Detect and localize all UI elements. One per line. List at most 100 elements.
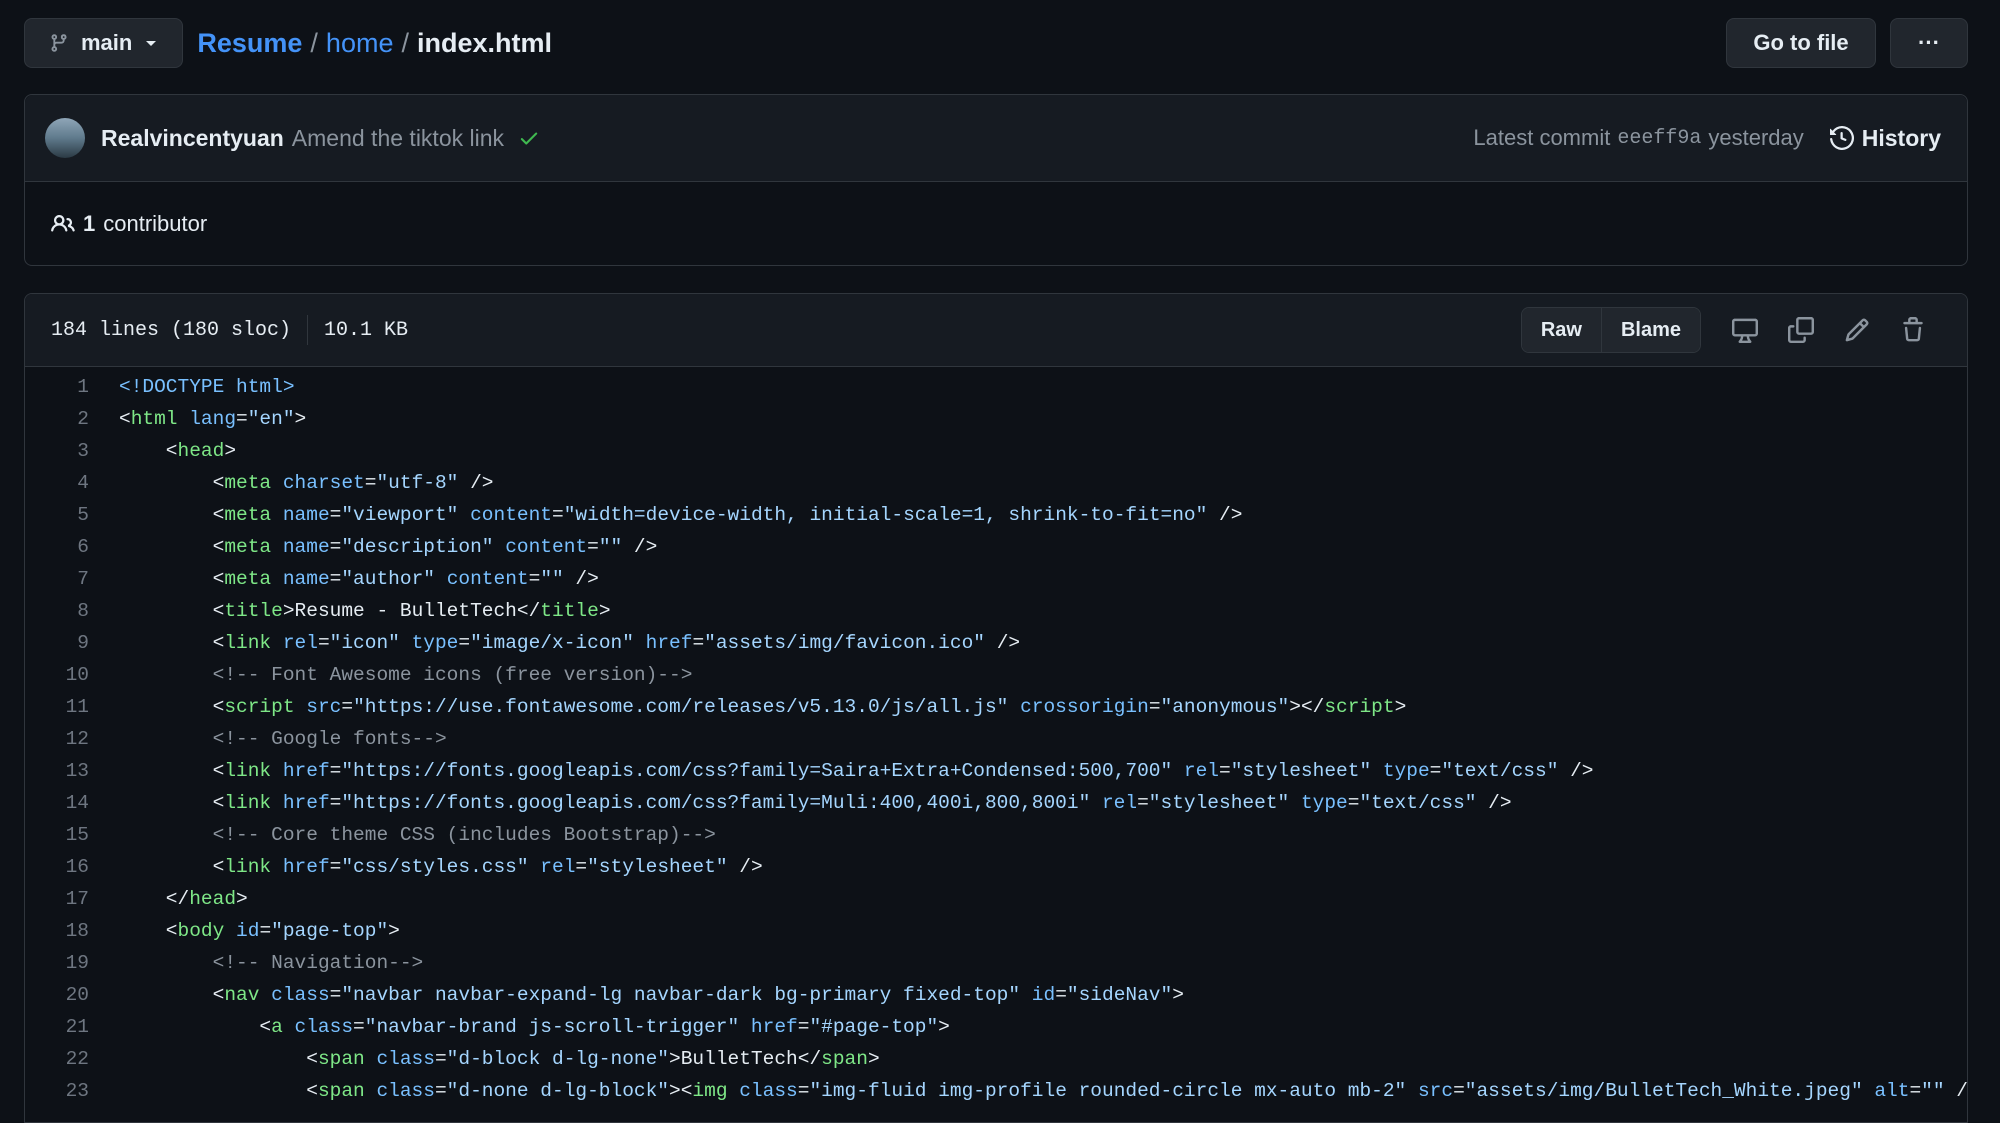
line-content: <link rel="icon" type="image/x-icon" hre…: [119, 632, 1021, 654]
git-branch-icon: [49, 31, 69, 55]
divider: [307, 315, 309, 345]
line-number[interactable]: 19: [25, 947, 119, 979]
line-content: <!-- Font Awesome icons (free version)--…: [212, 664, 693, 686]
code-line: 18 <body id="page-top">: [25, 915, 1967, 947]
line-content: <body id="page-top">: [119, 920, 400, 942]
code-line: 4 <meta charset="utf-8" />: [25, 467, 1967, 499]
avatar[interactable]: [45, 118, 85, 158]
line-number[interactable]: 23: [25, 1075, 119, 1107]
contributor-label[interactable]: contributor: [103, 211, 207, 237]
line-number[interactable]: 21: [25, 1011, 119, 1043]
branch-selector-button[interactable]: main: [24, 18, 184, 68]
code-line: 15 <!-- Core theme CSS (includes Bootstr…: [25, 819, 1967, 851]
code-line: 21 <a class="navbar-brand js-scroll-trig…: [25, 1011, 1967, 1043]
go-to-file-button[interactable]: Go to file: [1726, 18, 1876, 68]
line-content: <span class="d-none d-lg-block"><img cla…: [119, 1080, 1968, 1102]
line-content: <head>: [119, 440, 237, 462]
history-icon: [1829, 126, 1854, 150]
line-content: <!DOCTYPE html>: [119, 376, 295, 398]
code-line: 13 <link href="https://fonts.googleapis.…: [25, 755, 1967, 787]
line-number[interactable]: 6: [25, 531, 119, 563]
code-line: 19 <!-- Navigation-->: [25, 947, 1967, 979]
file-header: 184 lines (180 sloc) 10.1 KB Raw Blame: [25, 294, 1967, 367]
code-line: 5 <meta name="viewport" content="width=d…: [25, 499, 1967, 531]
line-content: <link href="https://fonts.googleapis.com…: [119, 760, 1594, 782]
history-label: History: [1861, 124, 1941, 151]
contributor-count[interactable]: 1: [83, 211, 95, 237]
check-icon[interactable]: [518, 127, 540, 149]
code-line: 23 <span class="d-none d-lg-block"><img …: [25, 1075, 1967, 1107]
code-line: 2 <html lang="en">: [25, 403, 1967, 435]
code-line: 16 <link href="css/styles.css" rel="styl…: [25, 851, 1967, 883]
line-content: <meta name="viewport" content="width=dev…: [119, 504, 1243, 526]
line-number[interactable]: 3: [25, 435, 119, 467]
code-line: 20 <nav class="navbar navbar-expand-lg n…: [25, 979, 1967, 1011]
view-mode-group: Raw Blame: [1520, 307, 1701, 353]
code-line: 17 </head>: [25, 883, 1967, 915]
history-button[interactable]: History: [1829, 124, 1941, 152]
latest-commit-box: Realvincentyuan Amend the tiktok link La…: [24, 94, 1968, 266]
code-line: 12 <!-- Google fonts-->: [25, 723, 1967, 755]
code-line: 22 <span class="d-block d-lg-none">Bulle…: [25, 1043, 1967, 1075]
line-content: <meta name="author" content="" />: [119, 568, 599, 590]
code-line: 7 <meta name="author" content="" />: [25, 563, 1967, 595]
line-number[interactable]: 10: [25, 659, 119, 691]
line-number[interactable]: 7: [25, 563, 119, 595]
line-content: <span class="d-block d-lg-none">BulletTe…: [119, 1048, 880, 1070]
line-number[interactable]: 15: [25, 819, 119, 851]
line-content: <title>Resume - BulletTech</title>: [119, 600, 611, 622]
line-number[interactable]: 4: [25, 467, 119, 499]
line-content: <script src="https://use.fontawesome.com…: [119, 696, 1407, 718]
latest-commit-info: Latest commit eeeff9a yesterday: [1473, 125, 1803, 151]
breadcrumb-folder-link[interactable]: home: [326, 28, 394, 59]
code-line: 3 <head>: [25, 435, 1967, 467]
commit-row: Realvincentyuan Amend the tiktok link La…: [25, 95, 1967, 182]
pencil-icon[interactable]: [1829, 308, 1885, 352]
more-options-button[interactable]: ···: [1890, 18, 1968, 68]
commit-author-link[interactable]: Realvincentyuan: [101, 125, 284, 152]
code-line: 6 <meta name="description" content="" />: [25, 531, 1967, 563]
commit-message-link[interactable]: Amend the tiktok link: [292, 125, 504, 152]
branch-name: main: [81, 30, 133, 55]
line-number[interactable]: 16: [25, 851, 119, 883]
line-number[interactable]: 12: [25, 723, 119, 755]
code-line: 10 <!-- Font Awesome icons (free version…: [25, 659, 1967, 691]
line-number[interactable]: 14: [25, 787, 119, 819]
blame-button[interactable]: Blame: [1600, 308, 1700, 352]
breadcrumb-separator: /: [310, 27, 318, 58]
trash-icon[interactable]: [1885, 308, 1941, 352]
line-number[interactable]: 2: [25, 403, 119, 435]
file-line-count: 184 lines (180 sloc): [51, 318, 292, 342]
line-number[interactable]: 17: [25, 883, 119, 915]
file-nav-bar: main Resume / home / index.html Go to fi…: [24, 17, 1968, 69]
line-content: <a class="navbar-brand js-scroll-trigger…: [119, 1016, 950, 1038]
people-icon: [51, 212, 75, 236]
raw-button[interactable]: Raw: [1521, 308, 1601, 352]
commit-sha-link[interactable]: eeeff9a: [1617, 127, 1701, 150]
copy-icon[interactable]: [1773, 308, 1829, 352]
line-content: <!-- Navigation-->: [212, 952, 424, 974]
line-content: <meta name="description" content="" />: [119, 536, 658, 558]
line-content: <link href="css/styles.css" rel="stylesh…: [119, 856, 763, 878]
line-number[interactable]: 11: [25, 691, 119, 723]
line-content: <html lang="en">: [119, 408, 307, 430]
breadcrumb-repo-link[interactable]: Resume: [197, 28, 302, 59]
contributors-row: 1 contributor: [25, 182, 1967, 266]
code-line: 9 <link rel="icon" type="image/x-icon" h…: [25, 627, 1967, 659]
line-number[interactable]: 13: [25, 755, 119, 787]
line-number[interactable]: 18: [25, 915, 119, 947]
breadcrumb-separator: /: [401, 27, 409, 58]
line-number[interactable]: 20: [25, 979, 119, 1011]
line-number[interactable]: 22: [25, 1043, 119, 1075]
line-content: <nav class="navbar navbar-expand-lg navb…: [119, 984, 1184, 1006]
line-content: </head>: [119, 888, 248, 910]
desktop-icon[interactable]: [1717, 308, 1773, 352]
line-content: <link href="https://fonts.googleapis.com…: [119, 792, 1512, 814]
line-number[interactable]: 9: [25, 627, 119, 659]
line-content: <!-- Google fonts-->: [212, 728, 447, 750]
line-number[interactable]: 1: [25, 371, 119, 403]
line-number[interactable]: 5: [25, 499, 119, 531]
line-content: <meta charset="utf-8" />: [119, 472, 494, 494]
code-line: 8 <title>Resume - BulletTech</title>: [25, 595, 1967, 627]
line-number[interactable]: 8: [25, 595, 119, 627]
